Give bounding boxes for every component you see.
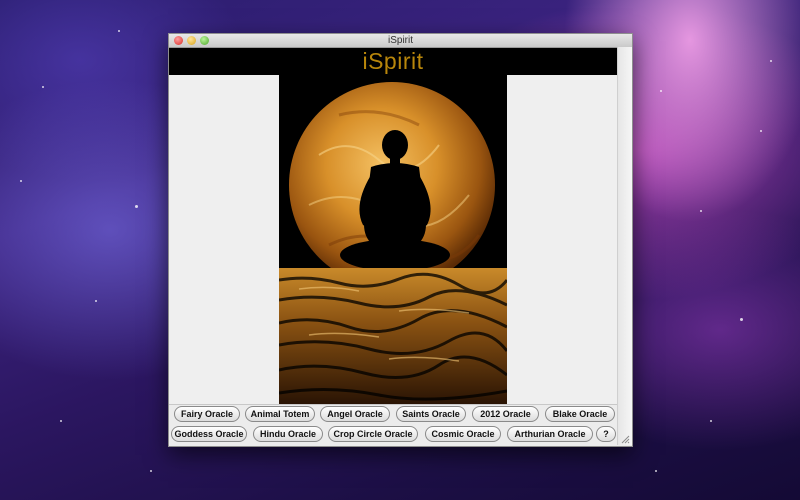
saints-oracle-button[interactable]: Saints Oracle [396,406,466,422]
main-content: iSpirit Fairy Oracle Animal Totem Angel … [169,48,617,446]
right-panel [507,75,617,404]
button-divider [169,404,617,405]
banner-title: iSpirit [362,48,424,74]
hindu-oracle-button[interactable]: Hindu Oracle [253,426,323,442]
cosmic-oracle-button[interactable]: Cosmic Oracle [425,426,501,442]
fairy-oracle-button[interactable]: Fairy Oracle [174,406,240,422]
help-button[interactable]: ? [596,426,616,442]
oracle-image [279,75,507,404]
angel-oracle-button[interactable]: Angel Oracle [320,406,390,422]
goddess-oracle-button[interactable]: Goddess Oracle [171,426,247,442]
meditation-moon-illustration [279,75,507,404]
animal-totem-button[interactable]: Animal Totem [245,406,315,422]
left-panel [169,75,279,404]
blake-oracle-button[interactable]: Blake Oracle [545,406,615,422]
crop-circle-oracle-button[interactable]: Crop Circle Oracle [328,426,418,442]
window-titlebar[interactable]: iSpirit [169,34,632,48]
arthurian-oracle-button[interactable]: Arthurian Oracle [507,426,593,442]
2012-oracle-button[interactable]: 2012 Oracle [472,406,539,422]
vertical-scrollbar[interactable] [617,47,632,445]
resize-grip-icon[interactable] [621,435,630,444]
window-title: iSpirit [387,35,413,46]
app-banner: iSpirit [169,48,617,75]
app-window: iSpirit iSpirit Fairy Oracle Animal Tote… [168,33,633,447]
